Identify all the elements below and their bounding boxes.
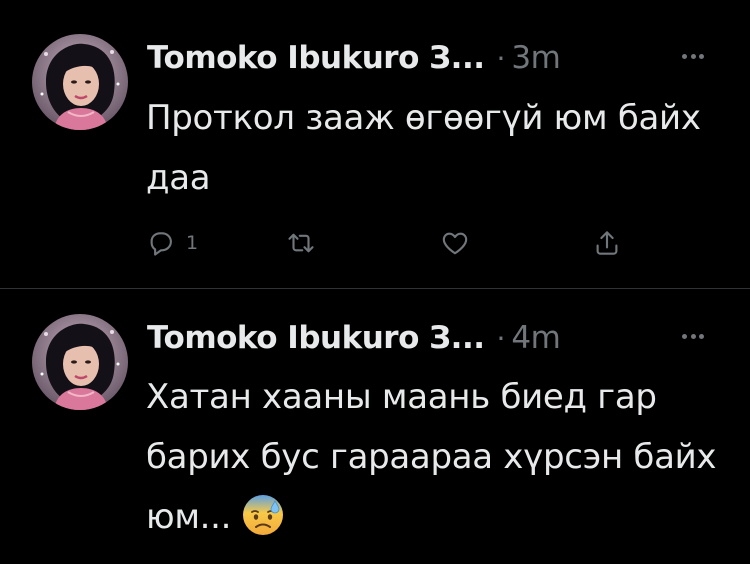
tweet[interactable]: Tomoko Ibukuro З... · 3m Проткол зааж өг… <box>0 0 750 288</box>
anxious-face-with-sweat-emoji <box>243 494 284 535</box>
tweet-header: Tomoko Ibukuro З... · 4m <box>147 316 561 360</box>
avatar-photo <box>32 34 128 130</box>
retweet-icon <box>288 233 314 253</box>
tweet-timestamp[interactable]: 3m <box>511 40 560 76</box>
retweet-button[interactable] <box>286 226 316 260</box>
tweet-text: Хатан хааны маань биед гар барих бус гар… <box>146 377 717 537</box>
more-horizontal-icon[interactable] <box>682 46 704 66</box>
share-icon <box>596 231 618 255</box>
author-name[interactable]: Tomoko Ibukuro З... <box>147 320 485 356</box>
tweet[interactable]: Tomoko Ibukuro З... · 4m Хатан хааны маа… <box>0 289 750 564</box>
share-button[interactable] <box>592 226 622 260</box>
tweet-header: Tomoko Ibukuro З... · 3m <box>147 36 561 80</box>
tweet-text: Проткол зааж өгөөгүй юм байх даа <box>146 98 701 198</box>
header-separator: · <box>496 321 506 355</box>
header-separator: · <box>496 41 506 75</box>
author-name[interactable]: Tomoko Ibukuro З... <box>147 40 485 76</box>
tweet-text-container: Хатан хааны маань биед гар барих бус гар… <box>146 367 731 547</box>
avatar[interactable] <box>32 34 128 130</box>
heart-icon <box>442 232 468 255</box>
reply-button[interactable]: 1 <box>146 226 198 260</box>
reply-icon <box>150 232 172 256</box>
like-button[interactable] <box>440 226 470 260</box>
more-horizontal-icon[interactable] <box>682 326 704 346</box>
avatar-photo <box>32 314 128 410</box>
tweet-timestamp[interactable]: 4m <box>511 320 560 356</box>
reply-count: 1 <box>186 232 199 254</box>
avatar[interactable] <box>32 314 128 410</box>
tweet-actions: 1 <box>146 226 626 260</box>
